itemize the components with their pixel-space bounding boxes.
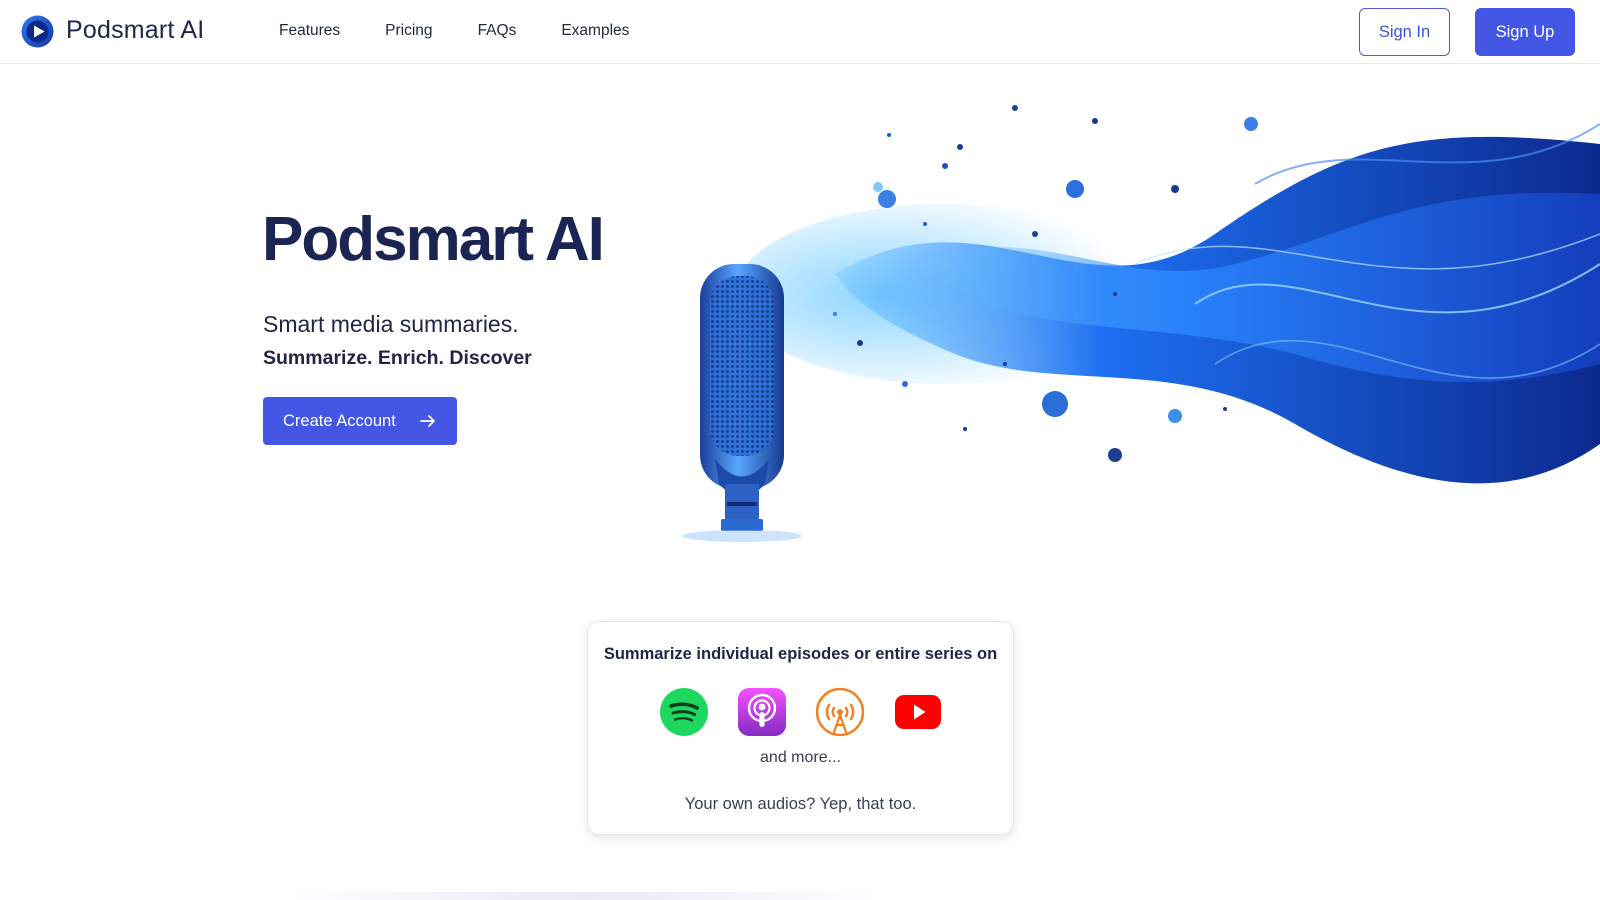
nav-examples[interactable]: Examples: [561, 22, 629, 40]
create-account-label: Create Account: [283, 411, 396, 430]
nav-features[interactable]: Features: [279, 22, 340, 40]
platforms-card: Summarize individual episodes or entire …: [587, 621, 1014, 835]
sign-in-button[interactable]: Sign In: [1359, 8, 1450, 56]
podsmart-logo-icon[interactable]: [21, 15, 54, 48]
microphone-sound-wave-illustration: [682, 105, 1600, 542]
sign-up-button[interactable]: Sign Up: [1475, 8, 1575, 56]
create-account-button[interactable]: Create Account: [263, 397, 457, 445]
hero-title: Podsmart AI: [262, 205, 605, 274]
platforms-title: Summarize individual episodes or entire …: [603, 645, 998, 663]
nav-pricing[interactable]: Pricing: [385, 22, 432, 40]
hero-tagline: Summarize. Enrich. Discover: [263, 347, 532, 369]
main-nav: Features Pricing FAQs Examples: [279, 22, 674, 40]
arrow-right-icon: [420, 415, 435, 427]
platforms-more: and more...: [760, 749, 841, 766]
own-audio-note: Your own audios? Yep, that too.: [684, 795, 917, 813]
brand-name[interactable]: Podsmart AI: [66, 16, 204, 45]
next-section-preview: [275, 892, 895, 900]
hero-subtitle: Smart media summaries.: [263, 311, 519, 337]
nav-faqs[interactable]: FAQs: [478, 22, 517, 40]
overcast-icon[interactable]: [816, 688, 864, 736]
top-navbar: Podsmart AI Features Pricing FAQs Exampl…: [0, 0, 1600, 64]
youtube-icon[interactable]: [894, 688, 942, 736]
apple-podcasts-icon[interactable]: [738, 688, 786, 736]
spotify-icon[interactable]: [660, 688, 708, 736]
